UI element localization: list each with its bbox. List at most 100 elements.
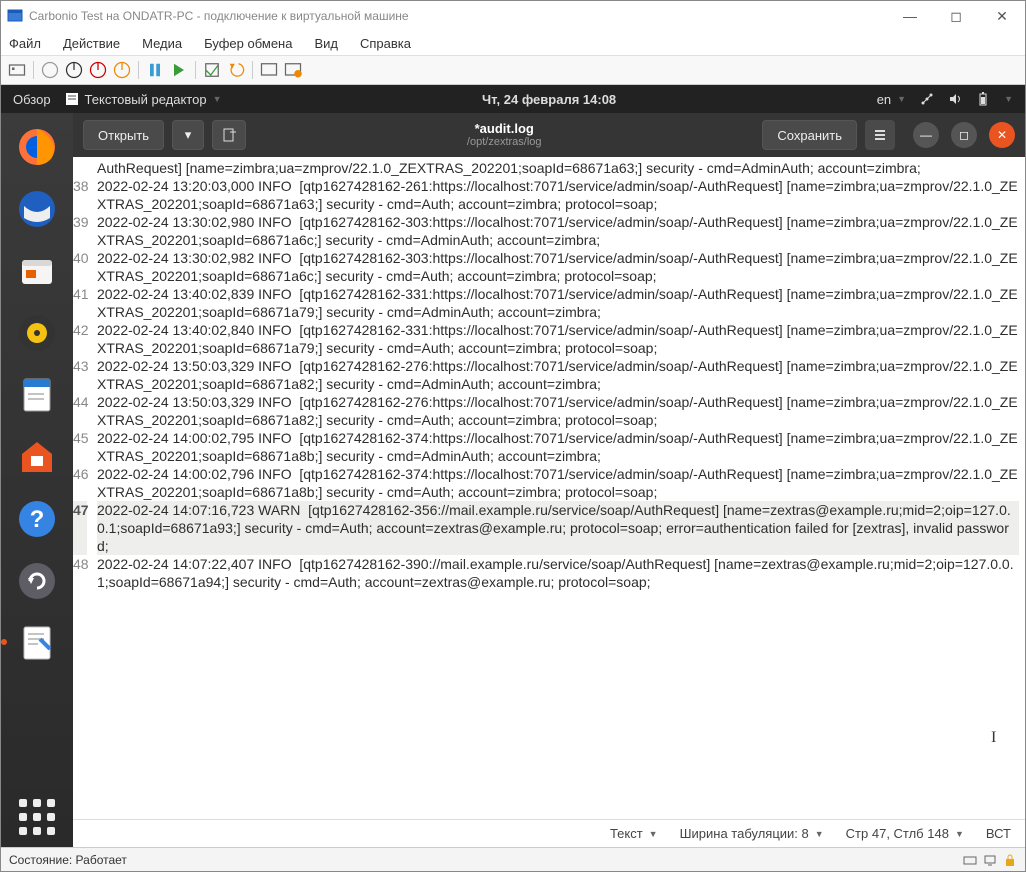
battery-icon[interactable] bbox=[976, 92, 990, 106]
chevron-down-icon: ▼ bbox=[213, 94, 222, 104]
text-cursor-icon: I bbox=[991, 729, 996, 747]
cursor-position-selector[interactable]: Стр 47, Стлб 148 ▼ bbox=[846, 826, 964, 841]
menu-view[interactable]: Вид bbox=[314, 36, 338, 51]
cursor-position-label: Стр 47, Стлб 148 bbox=[846, 826, 949, 841]
dock-help[interactable]: ? bbox=[9, 491, 65, 547]
line-number: 48 bbox=[73, 555, 87, 591]
volume-icon[interactable] bbox=[948, 92, 962, 106]
log-line[interactable]: 2022-02-24 13:30:02,982 INFO [qtp1627428… bbox=[97, 249, 1019, 285]
vm-checkpoint-icon[interactable] bbox=[202, 60, 222, 80]
keyboard-layout-label: en bbox=[877, 92, 891, 107]
vm-pause-icon[interactable] bbox=[145, 60, 165, 80]
syntax-mode-label: Текст bbox=[610, 826, 643, 841]
save-button[interactable]: Сохранить bbox=[762, 120, 857, 150]
host-maximize-button[interactable]: ◻ bbox=[933, 1, 979, 31]
line-number: 39 bbox=[73, 213, 87, 249]
vm-save-icon[interactable] bbox=[112, 60, 132, 80]
keyboard-status-icon bbox=[963, 853, 977, 867]
gnome-top-panel: Обзор Текстовый редактор ▼ Чт, 24 феврал… bbox=[1, 85, 1025, 113]
line-number: 43 bbox=[73, 357, 87, 393]
lock-status-icon bbox=[1003, 853, 1017, 867]
keyboard-layout-indicator[interactable]: en ▼ bbox=[877, 92, 906, 107]
open-button[interactable]: Открыть bbox=[83, 120, 164, 150]
dock-ubuntu-software[interactable] bbox=[9, 429, 65, 485]
line-number: 45 bbox=[73, 429, 87, 465]
gedit-maximize-button[interactable]: ◻ bbox=[951, 122, 977, 148]
dock-firefox[interactable] bbox=[9, 119, 65, 175]
line-number: 41 bbox=[73, 285, 87, 321]
filepath-label: /opt/zextras/log bbox=[254, 136, 754, 149]
vm-turnoff-icon[interactable] bbox=[64, 60, 84, 80]
network-icon[interactable] bbox=[920, 92, 934, 106]
svg-text:?: ? bbox=[30, 506, 45, 533]
vm-reset-icon[interactable] bbox=[169, 60, 189, 80]
host-menubar: Файл Действие Медиа Буфер обмена Вид Спр… bbox=[1, 31, 1025, 55]
vm-shutdown-icon[interactable] bbox=[88, 60, 108, 80]
vm-window-icon bbox=[7, 8, 23, 24]
gedit-title: *audit.log /opt/zextras/log bbox=[254, 121, 754, 150]
system-menu-chevron-icon[interactable]: ▼ bbox=[1004, 94, 1013, 104]
log-line[interactable]: 2022-02-24 13:40:02,840 INFO [qtp1627428… bbox=[97, 321, 1019, 357]
menu-file[interactable]: Файл bbox=[9, 36, 41, 51]
open-recent-dropdown[interactable]: ▾ bbox=[172, 120, 204, 150]
log-line[interactable]: 2022-02-24 14:00:02,795 INFO [qtp1627428… bbox=[97, 429, 1019, 465]
gedit-text-view[interactable]: 3839404142434445464748 AuthRequest] [nam… bbox=[73, 157, 1025, 819]
host-vm-toolbar bbox=[1, 55, 1025, 85]
ubuntu-dock: ? bbox=[1, 113, 73, 847]
vm-enhanced-session-icon[interactable] bbox=[259, 60, 279, 80]
line-number: 44 bbox=[73, 393, 87, 429]
gedit-statusbar: Текст ▼ Ширина табуляции: 8 ▼ Стр 47, Ст… bbox=[73, 819, 1025, 847]
app-menu-label: Текстовый редактор bbox=[85, 92, 207, 107]
log-line[interactable]: 2022-02-24 14:07:22,407 INFO [qtp1627428… bbox=[97, 555, 1019, 591]
host-close-button[interactable]: ✕ bbox=[979, 1, 1025, 31]
chevron-down-icon: ▼ bbox=[897, 94, 906, 104]
menu-help[interactable]: Справка bbox=[360, 36, 411, 51]
line-number-gutter: 3839404142434445464748 bbox=[73, 157, 91, 819]
log-line[interactable]: 2022-02-24 14:07:16,723 WARN [qtp1627428… bbox=[97, 501, 1019, 555]
vm-revert-icon[interactable] bbox=[226, 60, 246, 80]
hamburger-menu-button[interactable] bbox=[865, 120, 895, 150]
menu-clipboard[interactable]: Буфер обмена bbox=[204, 36, 292, 51]
dock-files[interactable] bbox=[9, 243, 65, 299]
line-number: 47 bbox=[73, 501, 87, 555]
syntax-mode-selector[interactable]: Текст ▼ bbox=[610, 826, 658, 841]
line-number: 38 bbox=[73, 177, 87, 213]
menu-media[interactable]: Медиа bbox=[142, 36, 182, 51]
host-minimize-button[interactable]: — bbox=[887, 1, 933, 31]
ctrl-alt-del-icon[interactable] bbox=[7, 60, 27, 80]
chevron-down-icon: ▼ bbox=[649, 829, 658, 839]
activities-button[interactable]: Обзор bbox=[13, 92, 51, 107]
gedit-minimize-button[interactable]: — bbox=[913, 122, 939, 148]
line-number: 46 bbox=[73, 465, 87, 501]
log-line[interactable]: 2022-02-24 13:20:03,000 INFO [qtp1627428… bbox=[97, 177, 1019, 213]
tab-width-label: Ширина табуляции: 8 bbox=[680, 826, 809, 841]
menu-action[interactable]: Действие bbox=[63, 36, 120, 51]
log-line[interactable]: 2022-02-24 14:00:02,796 INFO [qtp1627428… bbox=[97, 465, 1019, 501]
log-line[interactable]: 2022-02-24 13:50:03,329 INFO [qtp1627428… bbox=[97, 357, 1019, 393]
dock-rhythmbox[interactable] bbox=[9, 305, 65, 361]
chevron-down-icon: ▼ bbox=[815, 829, 824, 839]
dock-libreoffice-writer[interactable] bbox=[9, 367, 65, 423]
line-number: 42 bbox=[73, 321, 87, 357]
host-vm-state-label: Состояние: Работает bbox=[9, 853, 963, 867]
host-window-title: Carbonio Test на ONDATR-PC - подключение… bbox=[29, 9, 887, 23]
dock-thunderbird[interactable] bbox=[9, 181, 65, 237]
line-number: 40 bbox=[73, 249, 87, 285]
new-tab-button[interactable] bbox=[212, 120, 246, 150]
dock-text-editor[interactable] bbox=[9, 615, 65, 671]
log-line[interactable]: 2022-02-24 13:50:03,329 INFO [qtp1627428… bbox=[97, 393, 1019, 429]
host-statusbar: Состояние: Работает bbox=[1, 847, 1025, 871]
tab-width-selector[interactable]: Ширина табуляции: 8 ▼ bbox=[680, 826, 824, 841]
vm-start-icon[interactable] bbox=[40, 60, 60, 80]
log-line[interactable]: 2022-02-24 13:30:02,980 INFO [qtp1627428… bbox=[97, 213, 1019, 249]
app-menu[interactable]: Текстовый редактор ▼ bbox=[65, 92, 222, 107]
gedit-close-button[interactable]: ✕ bbox=[989, 122, 1015, 148]
log-line[interactable]: 2022-02-24 13:40:02,839 INFO [qtp1627428… bbox=[97, 285, 1019, 321]
dock-software-updater[interactable] bbox=[9, 553, 65, 609]
gedit-window: Открыть ▾ *audit.log /opt/zextras/log Со… bbox=[73, 113, 1025, 847]
show-applications-button[interactable] bbox=[17, 797, 57, 837]
vm-share-icon[interactable] bbox=[283, 60, 303, 80]
hamburger-icon bbox=[873, 128, 887, 142]
panel-clock[interactable]: Чт, 24 февраля 14:08 bbox=[222, 92, 877, 107]
source-code-area[interactable]: AuthRequest] [name=zimbra;ua=zmprov/22.1… bbox=[91, 157, 1025, 819]
